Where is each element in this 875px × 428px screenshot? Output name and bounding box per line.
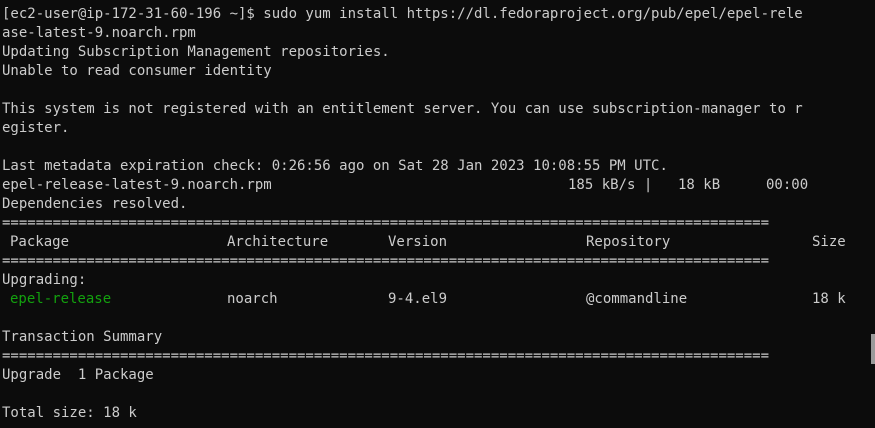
- header-version: Version: [388, 234, 448, 250]
- table-header-row: Package Architecture Version Repository …: [2, 233, 875, 252]
- consumer-identity-message: Unable to read consumer identity: [2, 63, 272, 79]
- header-architecture: Architecture: [227, 234, 329, 250]
- registration-message-wrap: egister.: [2, 120, 70, 136]
- row-package: epel-release: [10, 291, 112, 307]
- row-version: 9-4.el9: [388, 291, 448, 307]
- header-repository: Repository: [586, 234, 671, 250]
- download-filename: epel-release-latest-9.noarch.rpm: [2, 177, 272, 193]
- table-row: epel-release noarch 9-4.el9 @commandline…: [2, 290, 875, 309]
- download-speed: 185 kB/s |: [568, 177, 653, 193]
- table-separator: ========================================…: [2, 348, 770, 364]
- download-progress-line: epel-release-latest-9.noarch.rpm 185 kB/…: [2, 176, 875, 195]
- upgrade-count: Upgrade 1 Package: [2, 367, 154, 383]
- previous-output-remnant: [2, 0, 422, 2]
- row-architecture: noarch: [227, 291, 278, 307]
- download-time: 00:00: [766, 177, 809, 193]
- updating-repos-message: Updating Subscription Management reposit…: [2, 44, 390, 60]
- dependencies-resolved-message: Dependencies resolved.: [2, 196, 188, 212]
- upgrading-label: Upgrading:: [2, 272, 87, 288]
- table-separator: ========================================…: [2, 253, 770, 269]
- table-separator: ========================================…: [2, 215, 770, 231]
- row-size: 18 k: [812, 291, 846, 307]
- registration-message: This system is not registered with an en…: [2, 101, 803, 117]
- total-size: Total size: 18 k: [2, 405, 137, 421]
- command-line-wrap: ase-latest-9.noarch.rpm: [2, 25, 196, 41]
- metadata-check-message: Last metadata expiration check: 0:26:56 …: [2, 158, 668, 174]
- scrollbar-thumb[interactable]: [871, 334, 875, 364]
- terminal-window[interactable]: [ec2-user@ip-172-31-60-196 ~]$ sudo yum …: [0, 0, 875, 428]
- command-line: [ec2-user@ip-172-31-60-196 ~]$ sudo yum …: [2, 6, 803, 22]
- header-size: Size: [812, 234, 846, 250]
- row-repository: @commandline: [586, 291, 688, 307]
- download-size: 18 kB: [678, 177, 721, 193]
- header-package: Package: [10, 234, 70, 250]
- transaction-summary-heading: Transaction Summary: [2, 329, 163, 345]
